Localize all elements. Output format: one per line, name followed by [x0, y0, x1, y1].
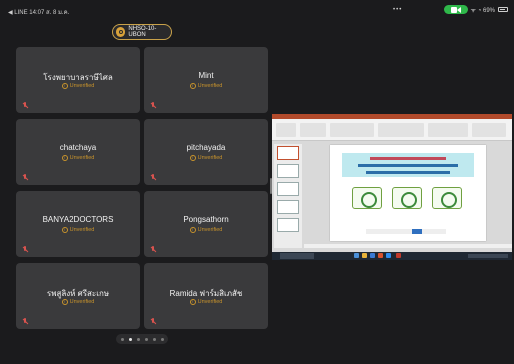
participant-tile[interactable]: chatchaya ! Unverified [16, 119, 140, 185]
slide-title-line [366, 171, 450, 174]
warning-icon: ! [189, 155, 196, 161]
participant-name: Mint [198, 71, 214, 80]
ribbon-group [472, 123, 506, 137]
verification-status: ! Unverified [16, 299, 140, 305]
verification-status: ! Unverified [16, 155, 140, 161]
mic-off-icon [150, 246, 156, 253]
page-dot[interactable] [144, 337, 148, 341]
warning-icon: ! [189, 83, 196, 89]
participant-name: pitchayada [186, 143, 226, 152]
slide-thumbnails [274, 144, 302, 248]
mic-off-icon [150, 318, 156, 325]
verification-status: ! Unverified [16, 227, 140, 233]
ribbon-group [330, 123, 374, 137]
taskbar-app-icon [378, 253, 383, 258]
participant-tile[interactable]: โรงพยาบาลราษีไศล ! Unverified [16, 47, 140, 113]
ribbon-toolbar [272, 119, 512, 141]
mic-off-icon [150, 102, 156, 109]
current-slide [330, 145, 486, 241]
participant-tile[interactable]: รพสูลิงห์ ศรีสะเกษ ! Unverified [16, 263, 140, 329]
taskbar-app-icon [354, 253, 359, 258]
slide-title-line [358, 164, 458, 167]
mic-off-icon [22, 102, 28, 109]
status-indicators: ᯤ ◔ 69% [443, 5, 508, 14]
participant-tile[interactable]: Pongsathorn ! Unverified [144, 191, 268, 257]
page-indicator[interactable] [116, 334, 168, 344]
page-dot[interactable] [160, 337, 164, 341]
warning-icon: ! [61, 155, 68, 161]
multitask-dots[interactable]: ••• [393, 7, 402, 13]
verification-status: ! Unverified [144, 155, 268, 161]
verification-status: ! Unverified [144, 299, 268, 305]
page-dot-active[interactable] [128, 337, 132, 341]
ribbon-group [276, 123, 296, 137]
slide-thumbnail [277, 182, 299, 196]
mic-off-icon [150, 174, 156, 181]
participant-name: Pongsathorn [183, 215, 229, 224]
taskbar-app-icon [396, 253, 401, 258]
verification-status: ! Unverified [16, 83, 140, 89]
mic-off-icon [22, 174, 28, 181]
ribbon-group [378, 123, 424, 137]
warning-icon: ! [61, 83, 68, 89]
slide-thumbnail [277, 218, 299, 232]
mic-off-icon [22, 318, 28, 325]
slide-thumbnail [277, 164, 299, 178]
ribbon-group [428, 123, 468, 137]
slide-logo [392, 187, 422, 209]
taskbar-app-icon [386, 253, 391, 258]
slide-thumbnail [277, 200, 299, 214]
page-dot[interactable] [120, 337, 124, 341]
participant-tile[interactable]: Ramida ฟาร์มสิเภสัช ! Unverified [144, 263, 268, 329]
slide-footer [366, 229, 446, 234]
participant-tile[interactable]: Mint ! Unverified [144, 47, 268, 113]
warning-icon: ! [189, 299, 196, 305]
camera-active-icon [443, 5, 468, 14]
participant-tile[interactable]: BANYA2DOCTORS ! Unverified [16, 191, 140, 257]
verification-status: ! Unverified [144, 227, 268, 233]
shared-screen[interactable] [272, 114, 512, 260]
slide-footer-button [412, 229, 422, 234]
battery-icon [498, 7, 508, 12]
status-time: ◀ LINE 14:07 ส. 8 ม.ค. [8, 10, 70, 16]
windows-taskbar [272, 252, 512, 260]
ribbon-group [300, 123, 326, 137]
page-dot[interactable] [152, 337, 156, 341]
taskbar-search [280, 253, 314, 259]
slide-logo [352, 187, 382, 209]
warning-icon: ! [61, 299, 68, 305]
participant-tile[interactable]: pitchayada ! Unverified [144, 119, 268, 185]
system-tray [468, 254, 508, 258]
page-dot[interactable] [136, 337, 140, 341]
taskbar-app-icon [362, 253, 367, 258]
slide-logo [432, 187, 462, 209]
slide-title-line [370, 157, 446, 160]
verification-status: ! Unverified [144, 83, 268, 89]
signal-battery-text: ᯤ ◔ 69% [470, 7, 495, 14]
warning-icon: ! [189, 227, 196, 233]
taskbar-app-icon [370, 253, 375, 258]
mic-off-icon [22, 246, 28, 253]
meeting-id-button[interactable]: NHSO-10-UBON [112, 24, 172, 40]
shield-icon [116, 27, 126, 37]
warning-icon: ! [61, 227, 68, 233]
notes-bar [304, 244, 512, 248]
meeting-id-label: NHSO-10-UBON [128, 26, 157, 38]
status-bar: ◀ LINE 14:07 ส. 8 ม.ค. ••• ᯤ ◔ 69% [0, 0, 514, 18]
participant-name: BANYA2DOCTORS [42, 215, 114, 224]
participant-name: chatchaya [59, 143, 97, 152]
slide-thumbnail [277, 146, 299, 160]
